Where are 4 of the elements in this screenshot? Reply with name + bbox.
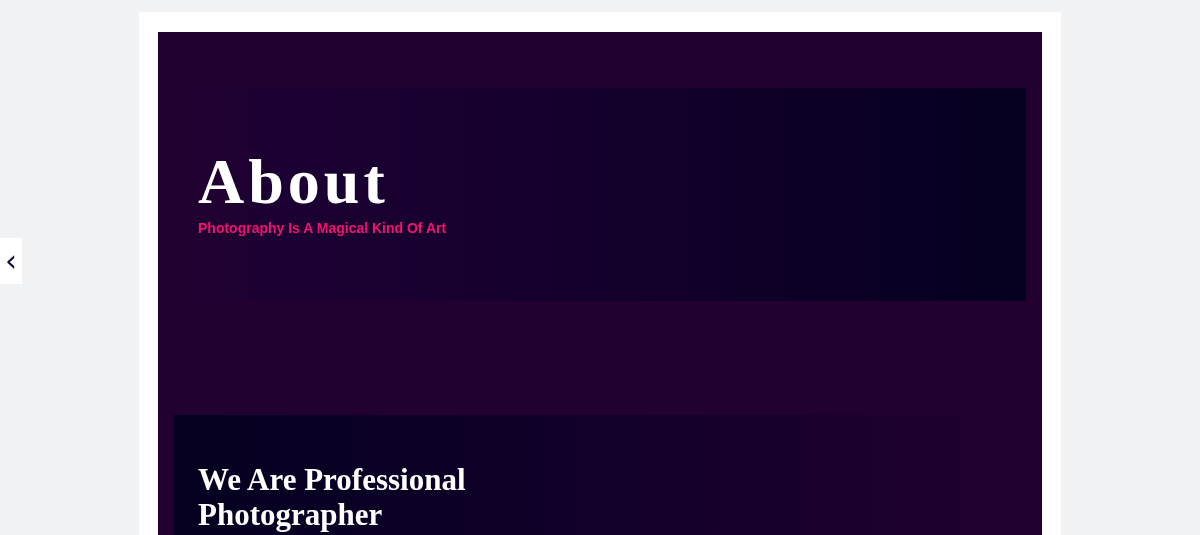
page-subtitle: Photography Is A Magical Kind Of Art [198,220,447,236]
section-heading: We Are Professional Photographer [198,462,467,532]
page-title: About [198,150,389,214]
back-button[interactable]: ‹ [0,238,22,284]
